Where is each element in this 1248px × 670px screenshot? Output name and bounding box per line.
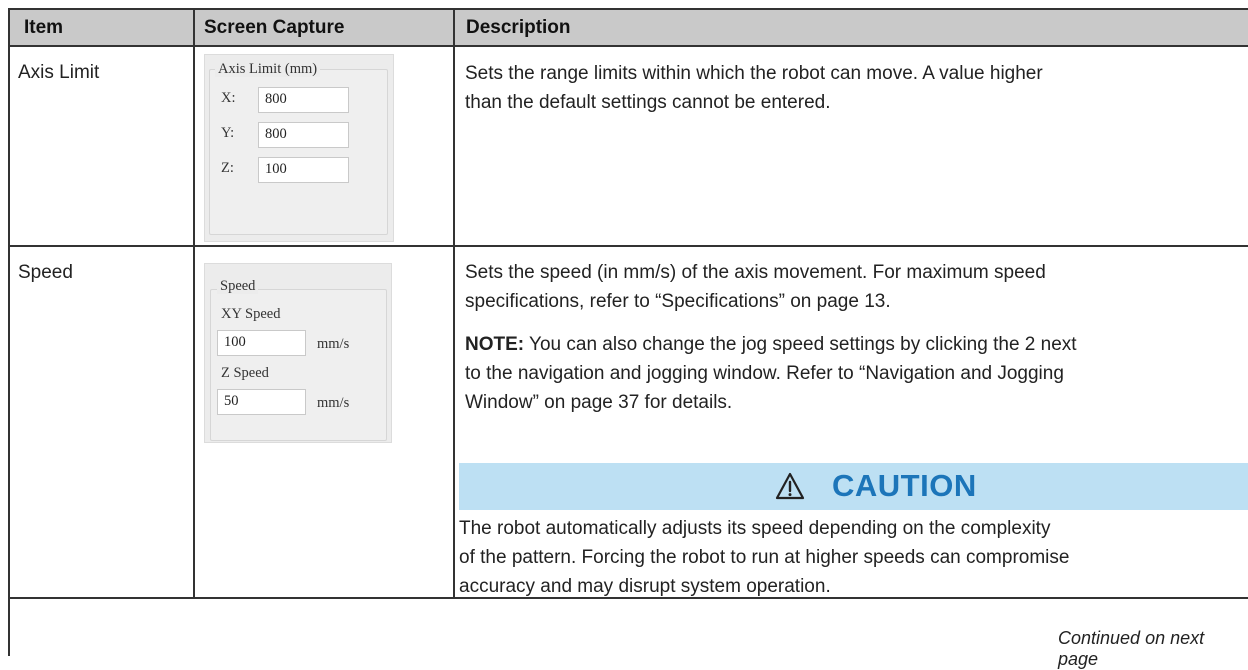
header-screen-capture: Screen Capture (204, 17, 345, 38)
axis-z-input[interactable]: 100 (258, 157, 349, 183)
axis-x-input[interactable]: 800 (258, 87, 349, 113)
xy-speed-label: XY Speed (221, 306, 281, 322)
axis-y-input[interactable]: 800 (258, 122, 349, 148)
speed-note-line: to the navigation and jogging window. Re… (465, 363, 1064, 384)
axis-y-label: Y: (221, 125, 235, 141)
speed-note-line: NOTE: You can also change the jog speed … (465, 330, 1247, 359)
speed-description: Sets the speed (in mm/s) of the axis mov… (465, 258, 1247, 316)
header-item: Item (24, 17, 64, 38)
speed-note-line: Window” on page 37 for details. (465, 392, 733, 413)
row-axis-limit-item: Axis Limit (18, 62, 100, 83)
speed-description-line: Sets the speed (in mm/s) of the axis mov… (465, 262, 1046, 283)
caution-text-line: of the pattern. Forcing the robot to run… (459, 547, 1070, 568)
speed-description-line: specifications, refer to “Specifications… (465, 291, 891, 312)
axis-limit-description: Sets the range limits within which the r… (465, 59, 1245, 117)
speed-note: NOTE: You can also change the jog speed … (465, 330, 1247, 417)
speed-screen-capture: Speed XY Speed 100 mm/s Z Speed 50 mm/s (204, 263, 392, 443)
column-divider (193, 8, 195, 598)
header-description: Description (466, 17, 571, 38)
z-speed-input[interactable]: 50 (217, 389, 306, 415)
settings-table: Item Screen Capture Description Axis Lim… (0, 0, 1248, 669)
axis-limit-screen-capture: Axis Limit (mm) X: 800 Y: 800 Z: 100 (204, 54, 394, 242)
caution-title: CAUTION (832, 468, 977, 503)
caution-text: The robot automatically adjusts its spee… (459, 514, 1248, 601)
speed-group-title: Speed (217, 278, 259, 294)
row-speed-item: Speed (18, 262, 73, 283)
z-speed-unit: mm/s (317, 395, 350, 411)
note-first-line: You can also change the jog speed settin… (524, 334, 1077, 355)
axis-z-label: Z: (221, 160, 234, 176)
axis-limit-group-title: Axis Limit (mm) (215, 61, 321, 77)
axis-limit-description-line: than the default settings cannot be ente… (465, 92, 831, 113)
warning-triangle-icon (775, 472, 805, 500)
caution-text-line: The robot automatically adjusts its spee… (459, 518, 1051, 539)
note-label: NOTE: (465, 334, 525, 355)
table-border-left (8, 8, 10, 656)
xy-speed-input[interactable]: 100 (217, 330, 306, 356)
z-speed-label: Z Speed (221, 365, 269, 381)
column-divider (453, 8, 455, 598)
axis-x-label: X: (221, 90, 236, 106)
continued-note: Continued on next page (1058, 628, 1205, 669)
axis-limit-description-line: Sets the range limits within which the r… (465, 63, 1043, 84)
xy-speed-unit: mm/s (317, 336, 350, 352)
